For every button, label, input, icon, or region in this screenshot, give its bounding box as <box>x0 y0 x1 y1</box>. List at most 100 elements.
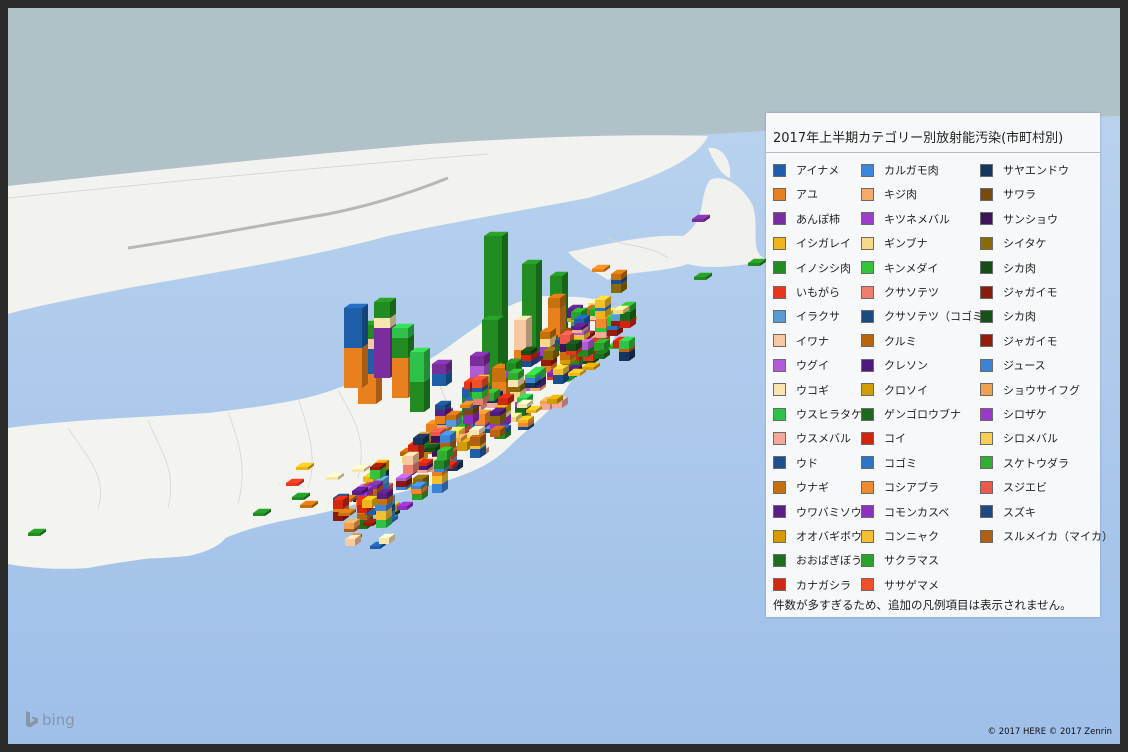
legend-label: スケトウダラ <box>1003 456 1069 470</box>
legend-swatch <box>980 212 993 226</box>
legend-label: コモンカスベ <box>884 505 950 519</box>
legend-item: ゲンゴロウブナ <box>861 404 976 424</box>
map-bar[interactable] <box>521 346 537 367</box>
legend-item: シカ肉 <box>980 306 1095 326</box>
legend-label: ギンブナ <box>884 237 928 251</box>
legend-label: シカ肉 <box>1003 261 1036 275</box>
legend-swatch <box>861 285 874 299</box>
legend-item: クサソテツ <box>861 282 976 302</box>
legend-swatch <box>861 505 874 519</box>
legend-label: ウワバミソウ <box>796 505 862 519</box>
legend-swatch <box>980 261 993 275</box>
legend-label: ショウサイフグ <box>1003 383 1080 397</box>
legend-swatch <box>980 456 993 470</box>
legend-label: アユ <box>796 188 818 202</box>
legend-item: シイタケ <box>980 233 1095 253</box>
legend-swatch <box>861 456 874 470</box>
map-bar[interactable] <box>470 432 486 458</box>
legend-item: スズキ <box>980 502 1095 522</box>
map-bar[interactable] <box>410 347 430 412</box>
legend-swatch <box>773 431 786 445</box>
legend-swatch <box>980 505 993 519</box>
legend-swatch <box>773 529 786 543</box>
legend-swatch <box>980 187 993 201</box>
legend-label: クロソイ <box>884 383 928 397</box>
legend-label: カナガシラ <box>796 578 851 592</box>
legend-label: スズキ <box>1003 505 1036 519</box>
bing-logo-text: bing <box>42 711 75 729</box>
legend-label: イワナ <box>796 334 829 348</box>
legend-label: ジュース <box>1003 359 1046 373</box>
legend-item: シカ肉 <box>980 258 1095 278</box>
legend-swatch <box>861 358 874 372</box>
legend-swatch <box>861 529 874 543</box>
map-bar[interactable] <box>611 269 627 293</box>
legend-swatch <box>773 505 786 519</box>
map-bar[interactable] <box>595 295 611 318</box>
legend-swatch <box>861 553 874 567</box>
legend-label: ジャガイモ <box>1003 286 1058 299</box>
legend-label: ウナギ <box>796 481 829 495</box>
map-bar[interactable] <box>619 336 635 361</box>
legend-item: ギンブナ <box>861 233 976 253</box>
legend-label: あんぽ柿 <box>796 212 840 226</box>
legend-swatch <box>861 236 874 250</box>
map-bar[interactable] <box>432 359 452 386</box>
legend-note: 件数が多すぎるため、追加の凡例項目は表示されません。 <box>773 598 1072 612</box>
legend-swatch <box>773 163 786 177</box>
legend-item: クロソイ <box>861 380 976 400</box>
legend-items: アイナメ アユ あんぽ柿 イシガレイ イノシシ肉 いもがら イラクサ イワナ ウグイ ウコギ ウスヒ… <box>766 113 1113 593</box>
legend-item: キジ肉 <box>861 184 976 204</box>
map-bar[interactable] <box>553 364 569 384</box>
legend-swatch <box>773 212 786 226</box>
bing-b-icon <box>26 711 38 728</box>
legend-label: クサソテツ（コゴミ） <box>884 310 994 324</box>
map-bar[interactable] <box>620 301 636 328</box>
legend-label: クサソテツ <box>884 286 939 299</box>
legend-label: キツネメバル <box>884 212 950 226</box>
legend-label: サワラ <box>1003 188 1036 202</box>
legend-label: ウド <box>796 456 818 470</box>
legend-item: スケトウダラ <box>980 453 1095 473</box>
legend-label: カルガモ肉 <box>884 164 939 177</box>
legend-label: キンメダイ <box>884 261 939 275</box>
legend-swatch <box>861 163 874 177</box>
bing-logo[interactable]: bing <box>25 711 75 729</box>
legend-label: サヤエンドウ <box>1003 164 1069 177</box>
legend-item: スルメイカ（マイカ） <box>980 526 1113 546</box>
legend-label: スジエビ <box>1003 481 1047 495</box>
legend-item: キンメダイ <box>861 258 976 278</box>
legend-label: クレソン <box>884 359 928 373</box>
legend-label: ウスヒラタケ <box>796 408 862 421</box>
legend-item: ジュース <box>980 355 1095 375</box>
map-bar[interactable] <box>403 451 419 474</box>
legend-panel: 2017年上半期カテゴリー別放射能汚染(市町村別) アイナメ アユ あんぽ柿 イシガレ… <box>766 113 1113 617</box>
legend-item: ジャガイモ <box>980 282 1095 302</box>
legend-label: アイナメ <box>796 164 840 177</box>
map-bar[interactable] <box>525 370 541 388</box>
legend-swatch <box>861 212 874 226</box>
legend-swatch <box>861 261 874 275</box>
legend-item: サワラ <box>980 184 1095 204</box>
window-frame: 2017年上半期カテゴリー別放射能汚染(市町村別) アイナメ アユ あんぽ柿 イシガレ… <box>0 0 1128 752</box>
legend-item: サンショウ <box>980 209 1095 229</box>
legend-item: サクラマス <box>861 550 976 570</box>
legend-label: イシガレイ <box>796 237 851 251</box>
map-bar[interactable] <box>333 495 349 521</box>
legend-item: カルガモ肉 <box>861 160 976 180</box>
legend-item: ジャガイモ <box>980 331 1095 351</box>
legend-label: ジャガイモ <box>1003 334 1058 348</box>
legend-swatch <box>773 236 786 250</box>
legend-label: サクラマス <box>884 554 939 568</box>
legend-item: スジエビ <box>980 477 1095 497</box>
map-bar[interactable] <box>508 368 524 387</box>
legend-item: クレソン <box>861 355 976 375</box>
map-bar[interactable] <box>344 303 368 388</box>
legend-swatch <box>980 285 993 299</box>
legend-label: コイ <box>884 432 906 446</box>
map-bar[interactable] <box>472 375 488 399</box>
legend-label: シロメバル <box>1003 432 1058 446</box>
legend-swatch <box>773 456 786 470</box>
legend-swatch <box>773 334 786 348</box>
legend-swatch <box>980 480 993 494</box>
